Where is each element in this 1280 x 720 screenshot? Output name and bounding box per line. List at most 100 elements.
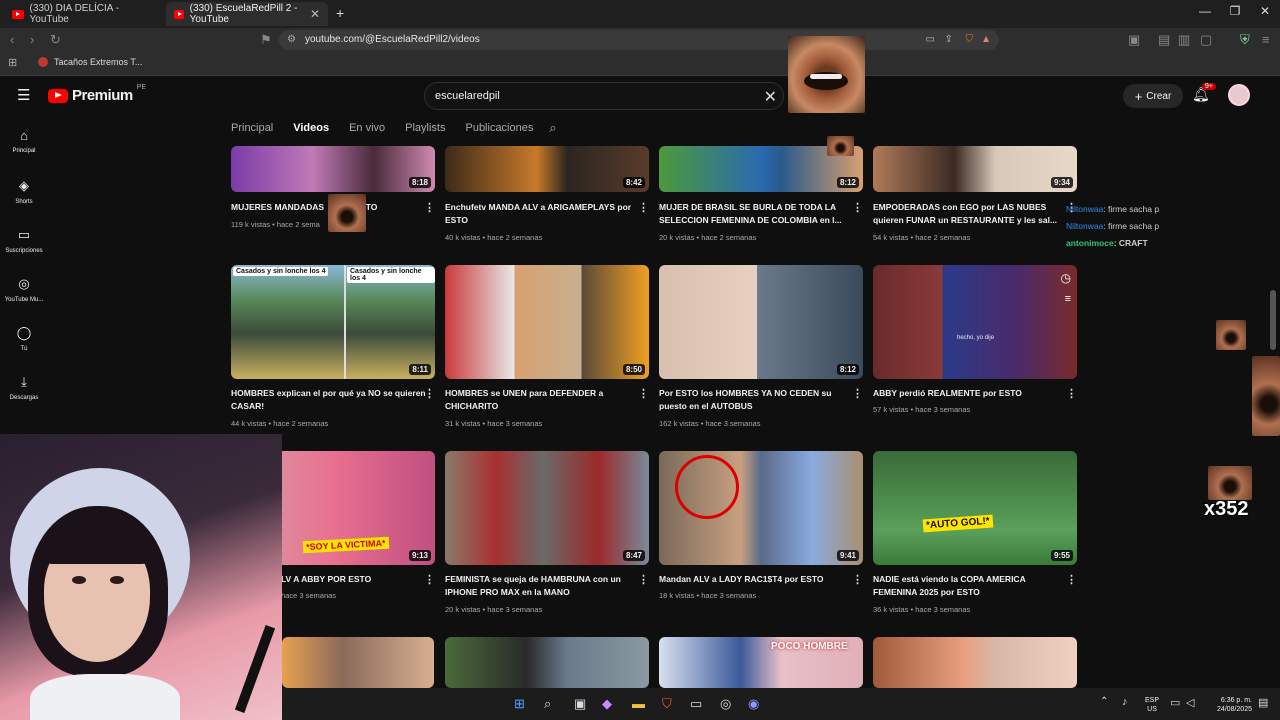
video-title[interactable]: MUJER DE BRASIL SE BURLA DE TODA LA SELE…	[659, 201, 855, 227]
video-card[interactable]: 9:41 Mandan ALV a LADY RAC1$T4 por ESTO …	[659, 451, 863, 621]
sidebar-toggle-icon[interactable]: ▥	[1178, 32, 1190, 48]
more-options-icon[interactable]: ⋮	[638, 201, 649, 214]
copilot-icon[interactable]: ◆	[602, 696, 612, 712]
video-thumbnail[interactable]: *AUTO GOL!* 9:55	[873, 451, 1077, 565]
more-options-icon[interactable]: ⋮	[852, 387, 863, 400]
more-options-icon[interactable]: ⋮	[424, 573, 435, 586]
video-thumbnail[interactable]: POCO HOMBRE	[659, 637, 863, 688]
menu-icon[interactable]: ≡	[1262, 32, 1270, 47]
address-field[interactable]: ⚙ youtube.com/@EscuelaRedPill2/videos ▭ …	[279, 30, 999, 50]
create-button[interactable]: + Crear	[1123, 84, 1183, 108]
video-thumbnail[interactable]	[282, 637, 434, 688]
video-card[interactable]: 8:12 MUJER DE BRASIL SE BURLA DE TODA LA…	[659, 146, 863, 246]
brave-shield-icon[interactable]: ⛉	[966, 30, 974, 50]
video-card[interactable]: Casados y sin lonche los 4 Casados y sin…	[231, 265, 435, 435]
microphone-icon[interactable]: ♪	[1122, 696, 1128, 708]
video-thumbnail[interactable]: 9:34	[873, 146, 1077, 192]
video-thumbnail[interactable]: 9:41	[659, 451, 863, 565]
video-title[interactable]: FEMINISTA se queja de HAMBRUNA con un IP…	[445, 573, 641, 599]
more-options-icon[interactable]: ⋮	[1066, 573, 1077, 586]
youtube-premium-logo[interactable]: Premium PE	[48, 84, 146, 104]
tab-videos[interactable]: Videos	[293, 122, 329, 138]
tab-escuelaredpill[interactable]: (330) EscuelaRedPill 2 - YouTube ✕	[166, 2, 328, 26]
video-title[interactable]: HOMBRES se UNEN para DEFENDER a CHICHARI…	[445, 387, 641, 413]
tray-overflow-icon[interactable]: ⌃	[1100, 696, 1108, 707]
video-title[interactable]: Enchufetv MANDA ALV a ARIGAMEPLAYS por E…	[445, 201, 641, 227]
video-thumbnail[interactable]	[873, 637, 1077, 688]
video-title[interactable]: ABBY perdió REALMENTE por ESTO	[873, 387, 1069, 400]
close-window-button[interactable]: ✕	[1250, 4, 1280, 24]
channel-search-icon[interactable]: ⌕	[549, 120, 556, 138]
video-card[interactable]: hecho, yo dije ◷ ≡ ABBY perdió REALMENTE…	[873, 265, 1077, 435]
discord-icon[interactable]: ◉	[748, 696, 759, 712]
sidebar-item-youtube-music[interactable]: ◎ YouTube Mu...	[0, 276, 48, 303]
video-thumbnail[interactable]: 8:12	[659, 265, 863, 379]
video-thumbnail[interactable]: Casados y sin lonche los 4 Casados y sin…	[231, 265, 435, 379]
volume-icon[interactable]: ◁	[1186, 696, 1194, 709]
video-thumbnail[interactable]: 8:18	[231, 146, 435, 192]
video-card[interactable]: *AUTO GOL!* 9:55 NADIE está viendo la CO…	[873, 451, 1077, 621]
video-thumbnail[interactable]: 8:47	[445, 451, 649, 565]
task-view-icon[interactable]: ▣	[574, 696, 586, 712]
tab-principal[interactable]: Principal	[231, 122, 273, 138]
avatar[interactable]	[1228, 84, 1250, 106]
brave-browser-icon[interactable]: ⛉	[662, 696, 672, 712]
bookmark-item[interactable]: Tacaños Extremos T...	[38, 57, 142, 67]
more-options-icon[interactable]: ⋮	[1066, 387, 1077, 400]
video-thumbnail[interactable]	[445, 637, 649, 688]
share-icon[interactable]: ⇪	[945, 30, 953, 50]
minimize-button[interactable]: —	[1190, 4, 1220, 24]
more-options-icon[interactable]: ⋮	[424, 387, 435, 400]
maximize-button[interactable]: ❐	[1220, 4, 1250, 24]
video-thumbnail[interactable]: hecho, yo dije ◷ ≡	[873, 265, 1077, 379]
more-options-icon[interactable]: ⋮	[852, 573, 863, 586]
wallet-icon[interactable]: ▢	[1200, 32, 1212, 48]
bookmark-icon[interactable]: ⚑	[260, 32, 272, 48]
sidebar-item-principal[interactable]: ⌂ Principal	[0, 128, 48, 154]
obs-icon[interactable]: ◎	[720, 696, 731, 712]
extension-icon[interactable]: ▣	[1128, 32, 1140, 48]
video-title[interactable]: Mandan ALV a LADY RAC1$T4 por ESTO	[659, 573, 855, 586]
page-scrollbar[interactable]	[1270, 290, 1276, 350]
file-explorer-icon[interactable]: ▬	[632, 696, 645, 711]
clear-search-icon[interactable]: ✕	[764, 85, 777, 111]
video-card[interactable]: 8:12 Por ESTO los HOMBRES YA NO CEDEN su…	[659, 265, 863, 435]
add-to-queue-icon[interactable]: ≡	[1065, 293, 1071, 305]
video-thumbnail[interactable]: 8:50	[445, 265, 649, 379]
watch-later-icon[interactable]: ◷	[1061, 271, 1071, 285]
language-indicator[interactable]: ESP US	[1145, 696, 1159, 714]
site-info-icon[interactable]: ⚙	[287, 30, 296, 50]
terminal-icon[interactable]: ▭	[690, 696, 702, 712]
tab-publicaciones[interactable]: Publicaciones	[465, 122, 533, 138]
tab-playlists[interactable]: Playlists	[405, 122, 445, 138]
new-tab-button[interactable]: +	[336, 5, 344, 21]
hamburger-menu-icon[interactable]: ☰	[17, 86, 30, 104]
vpn-icon[interactable]: ⛨	[1240, 32, 1250, 48]
forward-icon[interactable]: ›	[30, 32, 34, 47]
search-icon[interactable]: ⌕	[544, 696, 551, 712]
video-card[interactable]: 8:50 HOMBRES se UNEN para DEFENDER a CHI…	[445, 265, 649, 435]
video-thumbnail[interactable]: 8:42	[445, 146, 649, 192]
tab-en-vivo[interactable]: En vivo	[349, 122, 385, 138]
video-title[interactable]: Por ESTO los HOMBRES YA NO CEDEN su pues…	[659, 387, 855, 413]
rewards-icon[interactable]: ▲	[981, 30, 991, 50]
video-card[interactable]: 9:34 EMPODERADAS con EGO por LAS NUBES q…	[873, 146, 1077, 246]
network-icon[interactable]: ▭	[1170, 696, 1180, 709]
more-options-icon[interactable]: ⋮	[638, 387, 649, 400]
apps-grid-icon[interactable]: ⊞	[8, 56, 17, 69]
more-options-icon[interactable]: ⋮	[424, 201, 435, 214]
start-icon[interactable]: ⊞	[514, 696, 525, 712]
video-card[interactable]: 8:42 Enchufetv MANDA ALV a ARIGAMEPLAYS …	[445, 146, 649, 246]
tab-dia-delicia[interactable]: (330) DIA DELÍCIA - YouTube	[4, 2, 164, 26]
sidebar-item-tu[interactable]: ◯ Tú	[0, 325, 48, 352]
search-input[interactable]: escuelaredpil ✕	[424, 82, 784, 110]
sidebar-item-suscripciones[interactable]: ▭ Suscripciones	[0, 227, 48, 254]
video-title[interactable]: EMPODERADAS con EGO por LAS NUBES quiere…	[873, 201, 1069, 227]
back-icon[interactable]: ‹	[10, 32, 14, 47]
reload-icon[interactable]: ↻	[50, 32, 61, 48]
sidebar-item-descargas[interactable]: ⤓ Descargas	[0, 374, 48, 401]
sidebar-item-shorts[interactable]: ◈ Shorts	[0, 178, 48, 205]
cast-icon[interactable]: ▭	[926, 30, 935, 50]
system-clock[interactable]: 6:36 p. m. 24/08/2025	[1204, 696, 1252, 714]
video-title[interactable]: HOMBRES explican el por qué ya NO se qui…	[231, 387, 427, 413]
